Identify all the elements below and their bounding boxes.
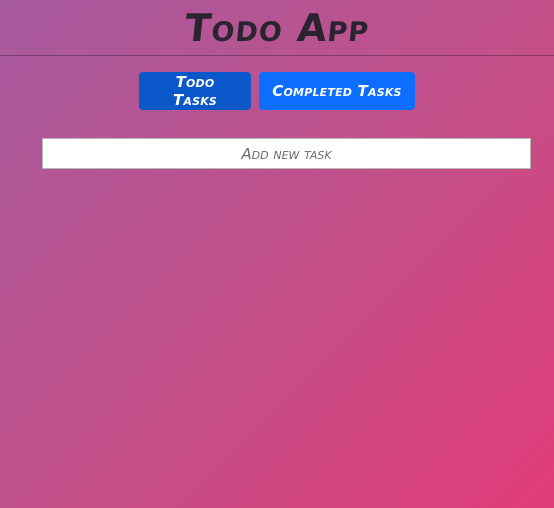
tab-todo-tasks[interactable]: Todo Tasks	[139, 72, 251, 110]
tab-completed-tasks[interactable]: Completed Tasks	[259, 72, 415, 110]
add-task-input[interactable]	[42, 138, 531, 169]
app-title: Todo App	[182, 5, 372, 50]
app-header: Todo App	[0, 0, 554, 56]
task-tabs: Todo Tasks Completed Tasks	[0, 72, 554, 110]
